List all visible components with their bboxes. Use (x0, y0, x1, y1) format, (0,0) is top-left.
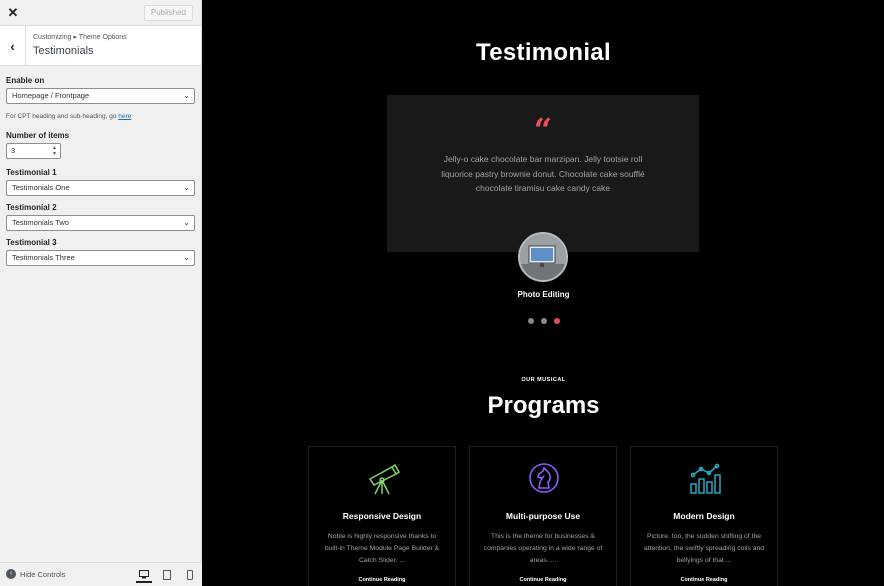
testimonial-text: Jelly-o cake chocolate bar marzipan. Jel… (441, 154, 645, 193)
section-title: Testimonials (33, 45, 94, 57)
cpt-note: For CPT heading and sub-heading, go here (6, 113, 195, 120)
spinner-arrows-icon[interactable]: ▲ ▼ (52, 145, 57, 157)
testimonial-3-label: Testimonial 3 (6, 238, 57, 247)
breadcrumb: Customizing ▸ Theme Options (33, 34, 127, 41)
close-customizer-button[interactable]: ✕ (0, 0, 26, 26)
number-of-items-input[interactable]: 3 ▲ ▼ (6, 143, 61, 159)
slider-dots (203, 318, 884, 324)
slider-dot-3[interactable] (553, 318, 560, 324)
customizer-sidebar: ✕ Published ‹ Customizing ▸ Theme Option… (0, 0, 202, 586)
back-button[interactable]: ‹ (0, 26, 26, 66)
testimonial-3-value: Testimonials Three (12, 253, 75, 262)
chevron-down-icon: ⌄ (183, 183, 190, 192)
cpt-here-link[interactable]: here (118, 113, 131, 120)
close-icon: ✕ (7, 5, 19, 20)
testimonial-2-select[interactable]: Testimonials Two ⌄ (6, 215, 195, 231)
cpt-note-text: For CPT heading and sub-heading, go (6, 113, 119, 120)
telescope-icon (359, 459, 407, 499)
testimonial-card: “ Jelly-o cake chocolate bar marzipan. J… (387, 95, 699, 252)
testimonial-2-label: Testimonial 2 (6, 203, 57, 212)
testimonial-3-select[interactable]: Testimonials Three ⌄ (6, 250, 195, 266)
chess-knight-icon (520, 459, 568, 499)
enable-on-value: Homepage / Frontpage (12, 91, 90, 100)
site-preview: Testimonial “ Jelly-o cake chocolate bar… (203, 0, 884, 586)
tablet-icon (163, 570, 171, 580)
testimonial-name: Photo Editing (517, 290, 570, 299)
hide-controls-label: Hide Controls (20, 569, 66, 579)
customizer-footer: ‹ Hide Controls (0, 562, 202, 586)
slider-dot-1[interactable] (527, 318, 534, 324)
number-of-items-label: Number of items (6, 131, 70, 140)
testimonial-1-select[interactable]: Testimonials One ⌄ (6, 180, 195, 196)
preview-tablet-button[interactable] (159, 567, 175, 583)
program-card-title: Responsive Design (342, 511, 422, 521)
program-card: Modern Design Picture, too, the sudden s… (630, 446, 778, 586)
mobile-icon (187, 570, 193, 580)
chevron-down-icon: ⌄ (183, 91, 190, 100)
collapse-icon: ‹ (6, 569, 16, 579)
slider-dot-2[interactable] (540, 318, 547, 324)
testimonial-1-control: Testimonial 1 Testimonials One ⌄ (0, 168, 201, 196)
continue-reading-link[interactable]: Continue Reading (309, 577, 455, 583)
bar-chart-icon (681, 459, 729, 499)
chevron-down-icon: ⌄ (183, 218, 190, 227)
chevron-left-icon: ‹ (10, 38, 15, 54)
preview-desktop-button[interactable] (136, 567, 152, 583)
testimonial-2-control: Testimonial 2 Testimonials Two ⌄ (0, 203, 201, 231)
preview-mobile-button[interactable] (182, 567, 198, 583)
testimonial-1-label: Testimonial 1 (6, 168, 57, 177)
program-card-text: Picture, too, the sudden shifting of the… (643, 533, 765, 564)
testimonial-section-title: Testimonial (476, 39, 611, 66)
desktop-icon (139, 569, 149, 578)
programs-title: Programs (487, 392, 600, 419)
hide-controls-button[interactable]: ‹ Hide Controls (6, 569, 65, 579)
program-card-text: Noble is highly responsive thanks to bui… (324, 533, 440, 564)
quote-icon: “ (533, 111, 553, 149)
programs-subtitle: OUR MUSICAL (521, 377, 566, 383)
continue-reading-link[interactable]: Continue Reading (470, 577, 616, 583)
avatar-photo (520, 234, 566, 280)
chevron-down-icon: ⌄ (183, 253, 190, 262)
number-of-items-control: Number of items 3 ▲ ▼ (0, 131, 201, 159)
customizer-header: ✕ Published (0, 0, 201, 26)
program-card: Multi-purpose Use This is the theme for … (469, 446, 617, 586)
enable-on-label: Enable on (6, 76, 45, 85)
testimonial-avatar (518, 232, 568, 282)
testimonial-2-value: Testimonials Two (12, 218, 69, 227)
publish-button[interactable]: Published (143, 5, 193, 21)
enable-on-select[interactable]: Homepage / Frontpage ⌄ (6, 88, 195, 104)
number-of-items-value: 3 (11, 146, 16, 155)
testimonial-3-control: Testimonial 3 Testimonials Three ⌄ (0, 238, 201, 266)
program-card-title: Multi-purpose Use (505, 511, 581, 521)
program-card-text: This is the theme for businesses & compa… (483, 533, 603, 564)
continue-reading-link[interactable]: Continue Reading (631, 577, 777, 583)
enable-on-control: Enable on Homepage / Frontpage ⌄ For CPT… (0, 76, 201, 120)
program-card: Responsive Design Noble is highly respon… (308, 446, 456, 586)
section-header: ‹ Customizing ▸ Theme Options Testimonia… (0, 26, 201, 66)
program-card-title: Modern Design (673, 511, 735, 521)
testimonial-1-value: Testimonials One (12, 183, 70, 192)
